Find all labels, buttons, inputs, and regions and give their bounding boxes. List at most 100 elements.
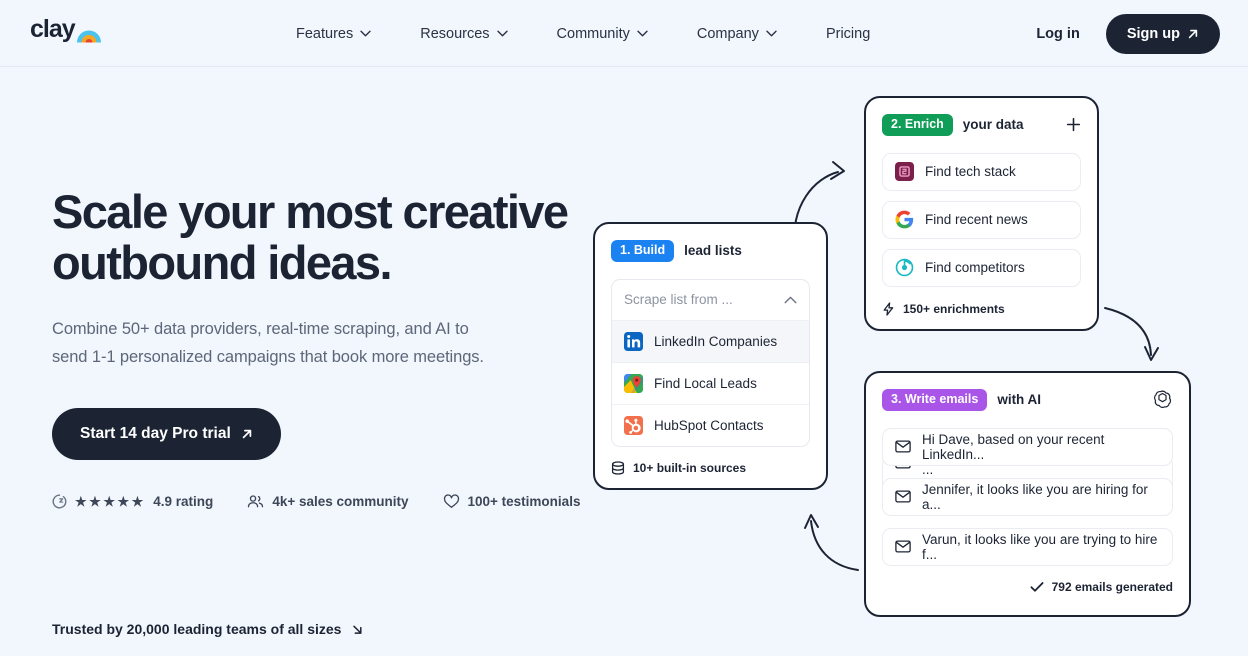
plus-icon[interactable]: [1066, 117, 1081, 132]
chevron-down-icon: [766, 30, 777, 37]
google-maps-icon: [624, 373, 643, 393]
rating-label: 4.9 rating: [153, 493, 214, 509]
enrich-data-card: 2. Enrich your data Find tech stack Find…: [864, 96, 1099, 331]
openai-icon: [1153, 390, 1172, 409]
arrow-up-right-icon: [1188, 29, 1198, 38]
login-link[interactable]: Log in: [1036, 26, 1080, 42]
email-row-label: Hi Dave, based on your recent LinkedIn..…: [922, 431, 1105, 462]
email-row-3[interactable]: Varun, it looks like you are trying to h…: [882, 527, 1173, 566]
write-emails-card: 3. Write emails with AI Hi Dave, based o…: [864, 371, 1191, 617]
star-icon: ★: [89, 493, 101, 509]
enrichment-row-tech-stack[interactable]: Find tech stack: [882, 152, 1081, 191]
enrich-card-title: your data: [962, 117, 1024, 133]
arrow-up-right-icon: [242, 429, 252, 438]
envelope-icon: [895, 540, 911, 553]
people-icon: [248, 495, 264, 508]
star-icon: ★: [75, 493, 87, 509]
nav-item-label: Pricing: [825, 25, 871, 42]
enrich-footer-label: 150+ enrichments: [903, 301, 1005, 316]
email-row-2[interactable]: Jennifer, it looks like you are hiring f…: [882, 477, 1173, 516]
build-card-title: lead lists: [684, 243, 742, 259]
similarweb-icon: [895, 258, 914, 277]
star-icon: ★: [131, 493, 144, 509]
write-step-badge: 3. Write emails: [882, 389, 988, 411]
start-trial-button-label: Start 14 day Pro trial: [80, 424, 231, 442]
build-card-header: 1. Build lead lists: [611, 240, 810, 262]
hero-subheadline: Combine 50+ data providers, real-time sc…: [52, 319, 484, 367]
chevron-down-icon: [637, 30, 648, 37]
enrich-card-footer: 150+ enrichments: [882, 302, 1081, 316]
arrow-down-right-icon: [353, 625, 363, 634]
chevron-up-icon[interactable]: [784, 296, 797, 304]
nav-item-company[interactable]: Company: [697, 18, 777, 50]
hubspot-icon: [624, 415, 643, 435]
trusted-by-link[interactable]: Trusted by 20,000 leading teams of all s…: [52, 621, 364, 637]
enrich-card-header: 2. Enrich your data: [882, 114, 1081, 136]
nav-item-pricing[interactable]: Pricing: [826, 18, 870, 50]
headline-line-1: Scale your most creative: [52, 185, 569, 238]
build-card-footer: 10+ built-in sources: [611, 461, 810, 475]
dropdown-option-linkedin[interactable]: LinkedIn Companies: [612, 319, 809, 362]
community-label: 4k+ sales community: [272, 493, 409, 509]
nav-item-features[interactable]: Features: [296, 18, 371, 50]
page-title: Scale your most creative outbound ideas.: [52, 186, 582, 288]
signup-button-label: Sign up: [1126, 25, 1180, 42]
star-icon: ★: [103, 493, 115, 509]
proof-item-community: 4k+ sales community: [247, 493, 409, 509]
heart-icon: [443, 494, 459, 508]
dropdown-option-hubspot[interactable]: HubSpot Contacts: [612, 403, 809, 446]
check-icon: [1030, 581, 1044, 592]
dropdown-option-label: HubSpot Contacts: [654, 417, 764, 433]
clay-rainbow-logo-icon: [76, 30, 101, 43]
write-card-footer: 792 emails generated: [882, 580, 1173, 594]
nav-item-label: Community: [556, 25, 630, 42]
testimonials-label: 100+ testimonials: [467, 493, 581, 509]
write-card-header: 3. Write emails with AI: [882, 389, 1173, 411]
nav-actions: Log in Sign up: [1036, 0, 1220, 67]
email-row-label: Varun, it looks like you are trying to h…: [922, 531, 1158, 562]
build-footer-label: 10+ built-in sources: [633, 460, 747, 475]
primary-nav-links: Features Resources Community Company Pri…: [296, 0, 870, 67]
nav-item-label: Company: [696, 25, 759, 42]
email-row-1[interactable]: Hi Dave, based on your recent LinkedIn..…: [882, 427, 1173, 466]
linkedin-icon: [624, 331, 643, 351]
top-navigation-bar: clay Features Resources Community Compan: [0, 0, 1248, 67]
g2-logo-icon: [52, 494, 67, 509]
dropdown-header[interactable]: Scrape list from ...: [612, 280, 809, 320]
dropdown-option-local-leads[interactable]: Find Local Leads: [612, 361, 809, 404]
database-icon: [611, 460, 625, 475]
write-footer-label: 792 emails generated: [1051, 579, 1173, 594]
builtwith-icon: [895, 162, 914, 181]
logo-wordmark: clay: [30, 15, 76, 43]
dropdown-option-label: LinkedIn Companies: [654, 333, 778, 349]
hero-section: Scale your most creative outbound ideas.…: [52, 186, 582, 509]
start-trial-button[interactable]: Start 14 day Pro trial: [52, 407, 281, 460]
proof-item-rating: ★ ★ ★ ★ ★ 4.9 rating: [52, 494, 213, 509]
envelope-icon: [895, 490, 911, 503]
enrichment-row-label: Find tech stack: [925, 164, 1016, 179]
dropdown-option-label: Find Local Leads: [654, 375, 757, 391]
nav-item-community[interactable]: Community: [557, 18, 648, 50]
enrichment-row-competitors[interactable]: Find competitors: [882, 248, 1081, 287]
headline-line-2: outbound ideas.: [52, 235, 393, 289]
enrichment-row-label: Find recent news: [925, 212, 1028, 227]
trusted-by-label: Trusted by 20,000 leading teams of all s…: [52, 621, 342, 637]
landing-page: clay Features Resources Community Compan: [0, 0, 1248, 656]
enrich-step-badge: 2. Enrich: [882, 114, 953, 136]
build-lead-lists-card: 1. Build lead lists Scrape list from ...…: [593, 222, 828, 490]
envelope-icon: [895, 440, 911, 453]
nav-item-label: Resources: [420, 25, 490, 42]
signup-button[interactable]: Sign up: [1105, 13, 1220, 54]
scrape-source-dropdown[interactable]: Scrape list from ... LinkedIn Companies: [611, 278, 810, 447]
enrichment-row-recent-news[interactable]: Find recent news: [882, 200, 1081, 239]
social-proof-row: ★ ★ ★ ★ ★ 4.9 rating 4k+ sales community: [52, 494, 582, 509]
star-rating: ★ ★ ★ ★ ★: [75, 495, 143, 508]
lightning-bolt-icon: [883, 301, 894, 316]
enrichment-row-label: Find competitors: [925, 260, 1025, 275]
chevron-down-icon: [360, 30, 371, 37]
clay-logo[interactable]: clay: [30, 15, 102, 43]
nav-item-label: Features: [296, 25, 354, 42]
google-icon: [895, 210, 914, 229]
nav-item-resources[interactable]: Resources: [420, 18, 508, 50]
write-card-title: with AI: [997, 392, 1042, 408]
